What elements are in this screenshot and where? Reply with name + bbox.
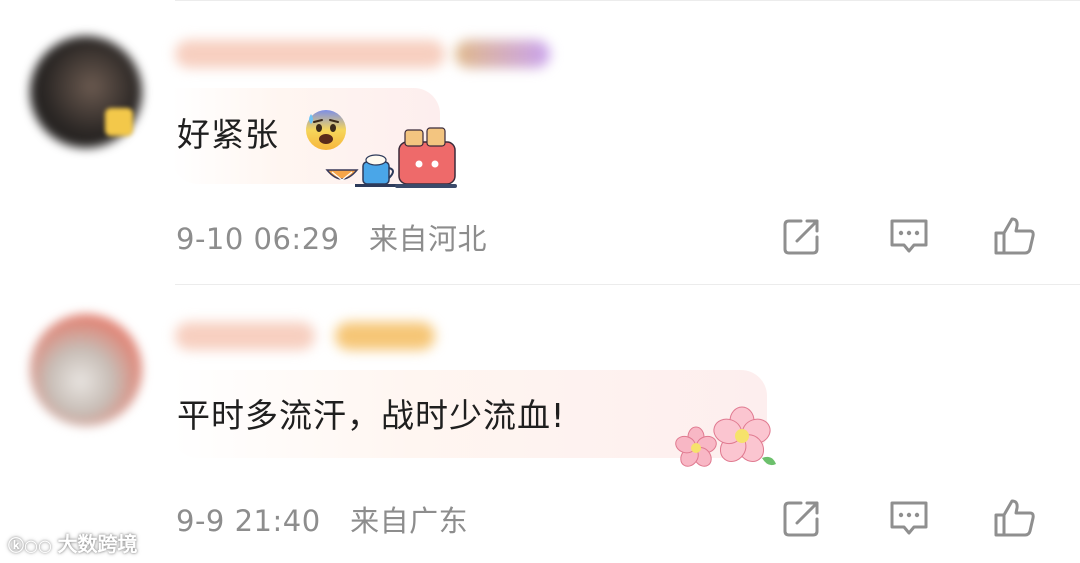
share-icon	[783, 219, 819, 255]
comment-text-label: 好紧张	[177, 115, 279, 154]
comment-text: 平时多流汗，战时少流血!	[177, 389, 565, 437]
sakura-flowers-sticker	[675, 406, 776, 467]
like-icon	[994, 499, 1035, 537]
comment-meta: 9-10 06:29 来自河北	[176, 216, 487, 258]
toaster-breakfast-sticker	[325, 127, 457, 188]
user-level-badge-blurred	[455, 40, 550, 68]
username-blurred[interactable]	[175, 40, 445, 68]
timestamp: 9-9 21:40	[176, 504, 321, 538]
timestamp: 9-10 06:29	[176, 222, 340, 256]
username-blurred[interactable]	[175, 322, 315, 350]
vip-badge-icon	[105, 108, 133, 136]
user-level-badge-blurred	[335, 322, 435, 350]
top-divider	[175, 0, 1080, 1]
location: 来自广东	[350, 504, 469, 538]
like-button[interactable]	[992, 213, 1038, 259]
comment-button[interactable]	[886, 495, 932, 541]
watermark-logo-icon: ⓚ○○	[8, 536, 58, 555]
watermark: ⓚ○○ 大数跨境	[8, 528, 138, 557]
like-button[interactable]	[992, 495, 1038, 541]
watermark-text: 大数跨境	[57, 532, 138, 556]
comment-icon	[890, 219, 928, 253]
comment-button[interactable]	[886, 213, 932, 259]
comment-text-label: 平时多流汗，战时少流血!	[177, 396, 566, 435]
avatar[interactable]	[30, 314, 142, 426]
share-button[interactable]	[779, 213, 825, 259]
share-icon	[783, 501, 819, 537]
comment-icon	[890, 501, 928, 535]
comment-text: 好紧张	[177, 108, 279, 156]
location: 来自河北	[369, 222, 488, 256]
comment-divider	[175, 284, 1080, 285]
comment-meta: 9-9 21:40 来自广东	[176, 498, 468, 540]
like-icon	[994, 217, 1035, 255]
share-button[interactable]	[779, 495, 825, 541]
